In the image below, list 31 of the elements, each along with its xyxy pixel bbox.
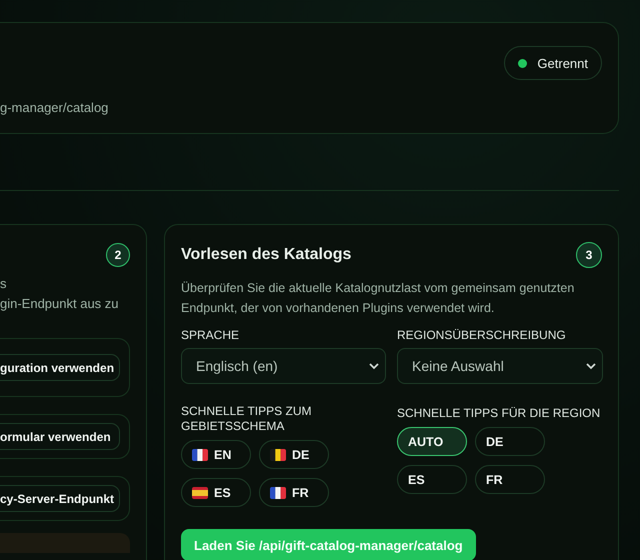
flag-icon bbox=[270, 486, 286, 498]
field-label: REGIONSÜBERSCHREIBUNG bbox=[397, 327, 567, 344]
chevron-icon bbox=[586, 362, 596, 370]
endpoint-path: g-manager/catalog bbox=[0, 100, 110, 115]
locale-chip[interactable]: ES bbox=[181, 478, 251, 507]
panel-title: Vorlesen des Katalogs bbox=[181, 246, 352, 264]
field-label: SCHNELLE TIPPS ZUM GEBIETSSCHEMA bbox=[181, 404, 312, 434]
panel-description: Überprüfen Sie die aktuelle Katalognutzlast vom gemeinsam genutzten Endpunkt, der von vorhandenen Plugins verwendet wird. bbox=[181, 280, 576, 317]
locale-chip[interactable]: DE bbox=[259, 440, 329, 469]
locale-chip[interactable]: FR bbox=[259, 478, 329, 507]
option-button[interactable]: guration verwenden bbox=[0, 354, 120, 381]
flag-icon bbox=[192, 486, 208, 498]
region-chip[interactable]: AUTO bbox=[397, 427, 467, 456]
panel-description: gin-Endpunkt aus zu bbox=[0, 295, 120, 313]
chevron-icon bbox=[369, 362, 379, 370]
option-button[interactable]: cy-Server-Endpunkt bbox=[0, 485, 120, 512]
panel-description: s bbox=[0, 275, 8, 293]
region-chip[interactable]: FR bbox=[475, 465, 545, 494]
region-chip[interactable]: ES bbox=[397, 465, 467, 494]
region-select[interactable]: Keine Auswahl bbox=[397, 348, 603, 384]
status-label: Getrennt bbox=[537, 56, 588, 70]
field-label: SPRACHE bbox=[181, 327, 240, 344]
locale-chip[interactable]: EN bbox=[181, 440, 251, 469]
flag-icon bbox=[192, 448, 208, 460]
option-button[interactable]: ormular verwenden bbox=[0, 423, 120, 450]
step-badge: 3 bbox=[576, 242, 602, 268]
language-select[interactable]: Englisch (en) bbox=[181, 348, 386, 384]
field-label: SCHNELLE TIPPS FÜR DIE REGION bbox=[397, 405, 602, 422]
step-badge: 2 bbox=[106, 243, 130, 267]
region-chip[interactable]: DE bbox=[475, 427, 545, 456]
flag-icon bbox=[270, 448, 286, 460]
